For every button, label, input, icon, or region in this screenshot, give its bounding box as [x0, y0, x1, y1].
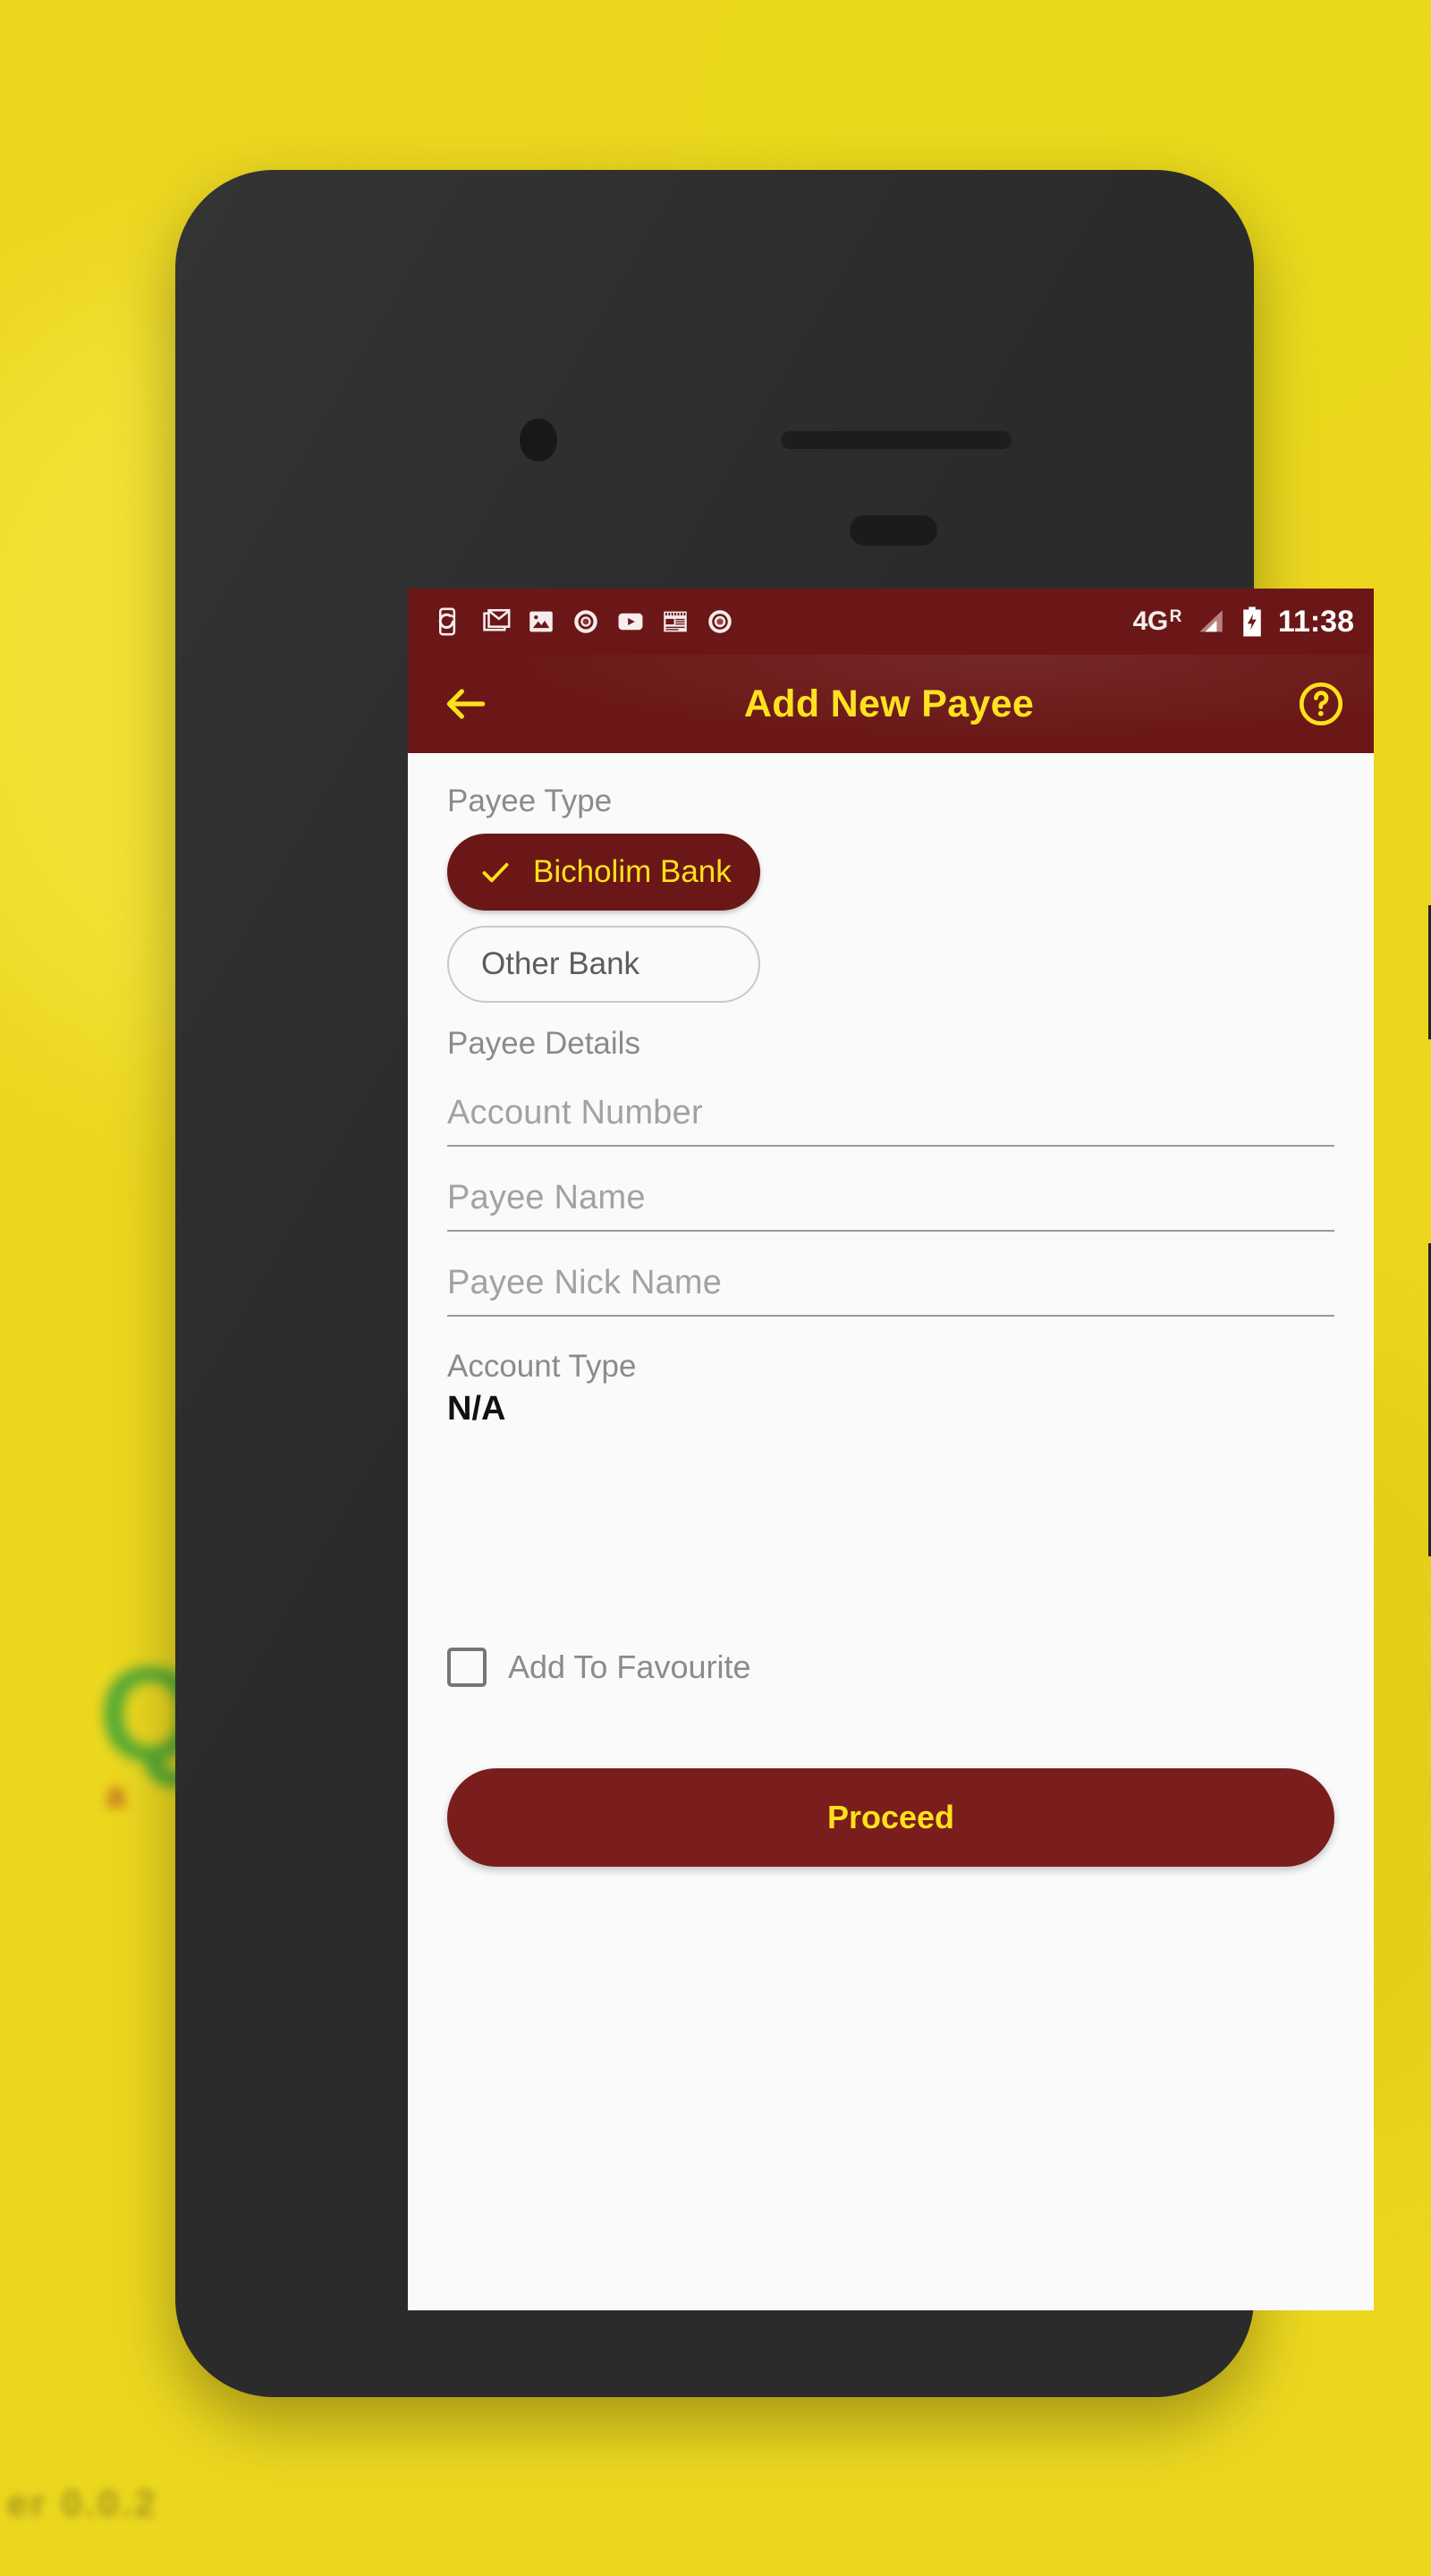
battery-charging-icon [1243, 606, 1261, 637]
add-to-favourite-row[interactable]: Add To Favourite [447, 1648, 751, 1687]
network-type-text: 4G [1132, 606, 1169, 636]
payee-type-option-other-bank[interactable]: Other Bank [447, 926, 760, 1003]
photos-icon [529, 611, 553, 632]
back-button[interactable] [438, 676, 494, 732]
phone-sync-icon [438, 607, 456, 636]
account-number-field[interactable]: Account Number [447, 1094, 1334, 1147]
payee-type-label: Payee Type [447, 784, 613, 818]
news-icon [664, 611, 687, 632]
payee-type-option-label: Other Bank [481, 946, 640, 981]
status-bar-notification-icons [436, 606, 735, 637]
check-icon [482, 862, 509, 883]
help-circle-icon [1299, 682, 1343, 726]
back-arrow-icon [446, 689, 486, 719]
status-bar-system-icons: 4G R 11:38 [1133, 605, 1354, 640]
payee-type-option-bicholim-bank[interactable]: Bicholim Bank [447, 834, 760, 911]
top-speaker-grille [781, 431, 1012, 449]
help-button[interactable] [1293, 676, 1349, 732]
phone-device-frame: 4G R 11:38 Add New Payee Payee Type Bich… [175, 170, 1431, 2397]
account-number-placeholder: Account Number [447, 1094, 703, 1131]
roaming-indicator: R [1169, 607, 1182, 626]
gmail-icon [483, 608, 511, 631]
youtube-icon [618, 613, 643, 631]
page-title: Add New Payee [743, 682, 1035, 725]
background-subtext-left: a [106, 1775, 126, 1815]
background-version-text: er 0.0.2 [7, 2482, 158, 2524]
payee-nick-name-placeholder: Payee Nick Name [447, 1264, 723, 1301]
status-bar: 4G R 11:38 [408, 589, 1374, 655]
status-bar-clock: 11:38 [1277, 604, 1354, 639]
payee-name-placeholder: Payee Name [447, 1179, 646, 1216]
proceed-button[interactable]: Proceed [447, 1768, 1334, 1867]
network-type-label: 4G R [1132, 606, 1182, 637]
front-camera-icon [520, 419, 557, 462]
signal-bars-icon [1199, 610, 1223, 632]
add-to-favourite-label: Add To Favourite [508, 1648, 751, 1685]
app-bar: Add New Payee [408, 655, 1374, 753]
account-type-value: N/A [447, 1390, 506, 1428]
payee-type-option-label: Bicholim Bank [533, 854, 732, 889]
target-circle-icon [708, 610, 732, 633]
payee-details-label: Payee Details [447, 1026, 640, 1061]
form-content: Payee Type Bicholim Bank Other Bank Paye… [408, 753, 1374, 2310]
phone-screen: 4G R 11:38 Add New Payee Payee Type Bich… [408, 589, 1374, 2310]
account-type-label: Account Type [447, 1349, 637, 1384]
record-circle-icon [574, 610, 597, 633]
earpiece-speaker [850, 515, 937, 546]
add-to-favourite-checkbox[interactable] [447, 1648, 487, 1687]
payee-nick-name-field[interactable]: Payee Nick Name [447, 1264, 1334, 1317]
payee-name-field[interactable]: Payee Name [447, 1179, 1334, 1232]
